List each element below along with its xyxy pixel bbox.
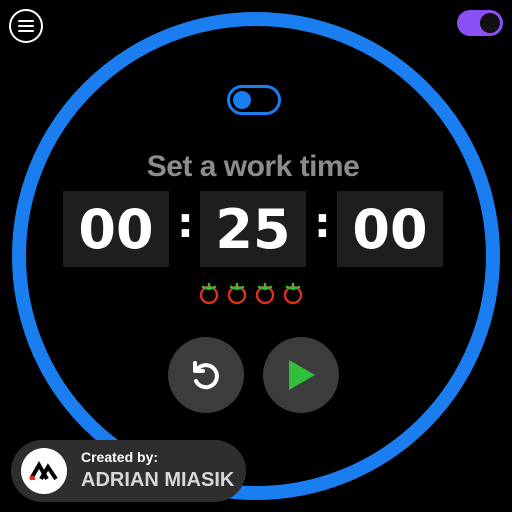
credit-badge: Created by: ADRIAN MIASIK	[11, 440, 246, 502]
hours-minutes-separator: :	[177, 198, 194, 247]
play-button[interactable]	[263, 337, 339, 413]
seconds-field[interactable]: 00	[337, 191, 443, 267]
minutes-field[interactable]: 25	[200, 191, 306, 267]
reset-button[interactable]	[168, 337, 244, 413]
mode-toggle[interactable]	[227, 85, 281, 115]
reset-icon	[193, 361, 219, 390]
mode-toggle-knob	[233, 91, 251, 109]
tomato-icon	[283, 282, 303, 305]
tomato-icon	[227, 282, 247, 305]
timer-heading: Set a work time	[146, 150, 360, 183]
theme-toggle[interactable]	[457, 10, 503, 36]
play-icon	[289, 360, 315, 390]
menu-button[interactable]	[9, 9, 43, 43]
hours-field[interactable]: 00	[63, 191, 169, 267]
hamburger-menu-icon	[18, 20, 34, 32]
tomato-icon	[255, 282, 275, 305]
credit-author: ADRIAN MIASIK	[81, 469, 235, 491]
theme-toggle-knob	[480, 13, 500, 33]
pomodoro-counter	[198, 281, 304, 305]
am-logo-icon	[21, 448, 67, 494]
minutes-seconds-separator: :	[314, 198, 331, 247]
credit-label: Created by:	[81, 449, 159, 465]
tomato-icon	[199, 282, 219, 305]
